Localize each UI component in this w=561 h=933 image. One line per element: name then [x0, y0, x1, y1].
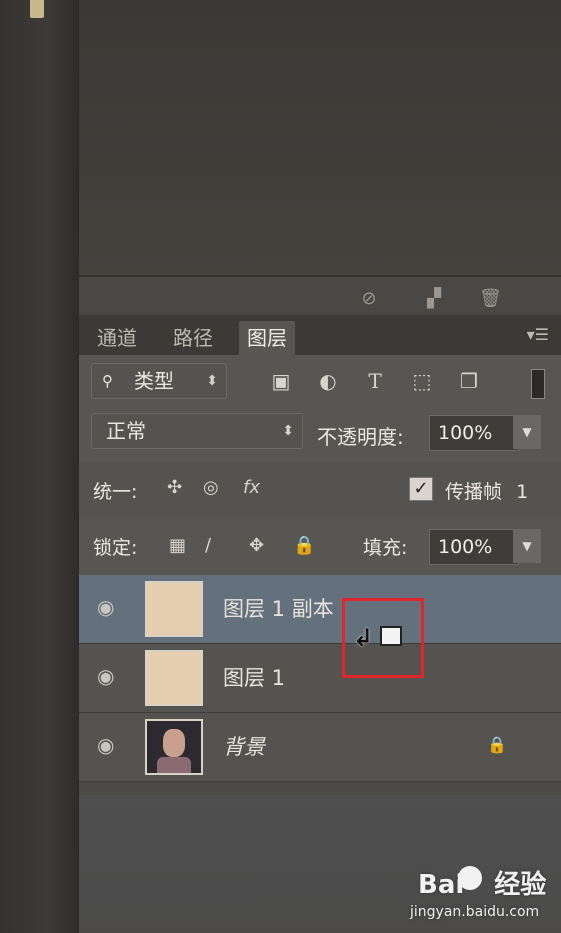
panel-top-bar: ⊘ ▞ 🗑 — [79, 275, 561, 318]
adjustment-filter-icon[interactable]: ◐ — [316, 369, 340, 393]
layer-name[interactable]: 图层 1 副本 — [223, 593, 334, 623]
layer-thumbnail — [145, 650, 203, 706]
cursor-square-icon — [380, 626, 402, 646]
filter-type-select[interactable]: ⚲ 类型 ⬍ — [91, 363, 227, 399]
eye-icon[interactable]: ◉ — [97, 664, 114, 688]
paw-logo-icon — [458, 866, 482, 890]
new-layer-icon[interactable]: ▞ — [424, 289, 444, 309]
clip-cursor-icon: ↲ — [353, 624, 374, 652]
layer-thumbnail — [145, 581, 203, 637]
opacity-input[interactable]: 100% — [429, 415, 519, 451]
lock-icon: 🔒 — [487, 735, 507, 754]
type-filter-icon[interactable]: T — [363, 369, 387, 393]
tab-paths[interactable]: 路径 — [165, 321, 221, 355]
panel-tabs: 通道 路径 图层 ▾☰ — [79, 315, 561, 355]
eye-icon[interactable]: ◉ — [97, 733, 114, 757]
blend-mode-select[interactable]: 正常 ⬍ — [91, 413, 303, 449]
lock-brush-icon[interactable]: ∕ — [205, 535, 211, 556]
lock-all-icon[interactable]: 🔒 — [293, 535, 315, 556]
lock-transparent-icon[interactable]: ▦ — [169, 535, 186, 556]
watermark-brand: Bai 经验 — [418, 870, 547, 900]
propagate-frame-label: 传播帧 1 — [445, 481, 529, 503]
document-canvas-area — [79, 0, 561, 275]
shape-filter-icon[interactable]: ⬚ — [410, 369, 434, 393]
image-filter-icon[interactable]: ▣ — [269, 369, 293, 393]
lock-row: 锁定: ▦ ∕ ✥ 🔒 填充: 100% ▼ — [79, 517, 561, 576]
layer-thumbnail — [145, 719, 203, 775]
fill-dropdown[interactable]: ▼ — [513, 529, 541, 563]
unify-label: 统一: — [93, 481, 138, 503]
stepper-icon: ⬍ — [206, 373, 218, 389]
layer-row[interactable]: ◉ 图层 1 — [79, 644, 561, 713]
search-icon: ⚲ — [102, 372, 113, 390]
layer-name[interactable]: 背景 — [223, 731, 265, 761]
opacity-label: 不透明度: — [317, 425, 404, 449]
lock-move-icon[interactable]: ✥ — [249, 535, 264, 556]
blend-row: 正常 ⬍ 不透明度: 100% ▼ — [79, 405, 561, 461]
fill-label: 填充: — [363, 537, 408, 559]
eye-icon[interactable]: ◉ — [97, 595, 114, 619]
panel-menu-icon[interactable]: ▾☰ — [527, 325, 549, 344]
layer-row[interactable]: ◉ 背景 🔒 — [79, 713, 561, 782]
layer-row[interactable]: ◉ 图层 1 副本 — [79, 575, 561, 644]
unify-position-icon[interactable]: ✣ — [167, 477, 182, 498]
left-toolbar — [0, 0, 79, 933]
paragraph-icon — [30, 0, 44, 18]
unify-row: 统一: ✣ ◎ fx ✓ 传播帧 1 — [79, 461, 561, 517]
propagate-frame-checkbox[interactable]: ✓ — [409, 477, 433, 501]
trash-icon[interactable]: 🗑 — [479, 289, 502, 309]
unify-visibility-icon[interactable]: ◎ — [203, 477, 219, 498]
lock-label: 锁定: — [93, 537, 138, 559]
stepper-icon: ⬍ — [282, 423, 294, 439]
watermark-url: jingyan.baidu.com — [410, 904, 540, 920]
opacity-dropdown[interactable]: ▼ — [513, 415, 541, 449]
tab-channels[interactable]: 通道 — [89, 321, 145, 355]
face-shape — [163, 729, 185, 757]
smart-object-filter-icon[interactable]: ❐ — [457, 369, 481, 393]
no-icon[interactable]: ⊘ — [359, 289, 379, 309]
tab-layers[interactable]: 图层 — [239, 321, 295, 355]
filter-toggle[interactable] — [531, 369, 545, 399]
filter-row: ⚲ 类型 ⬍ ▣ ◐ T ⬚ ❐ — [79, 355, 561, 405]
unify-style-icon[interactable]: fx — [243, 477, 260, 498]
layer-name[interactable]: 图层 1 — [223, 662, 285, 692]
shoulder-shape — [157, 757, 191, 773]
fill-input[interactable]: 100% — [429, 529, 519, 565]
